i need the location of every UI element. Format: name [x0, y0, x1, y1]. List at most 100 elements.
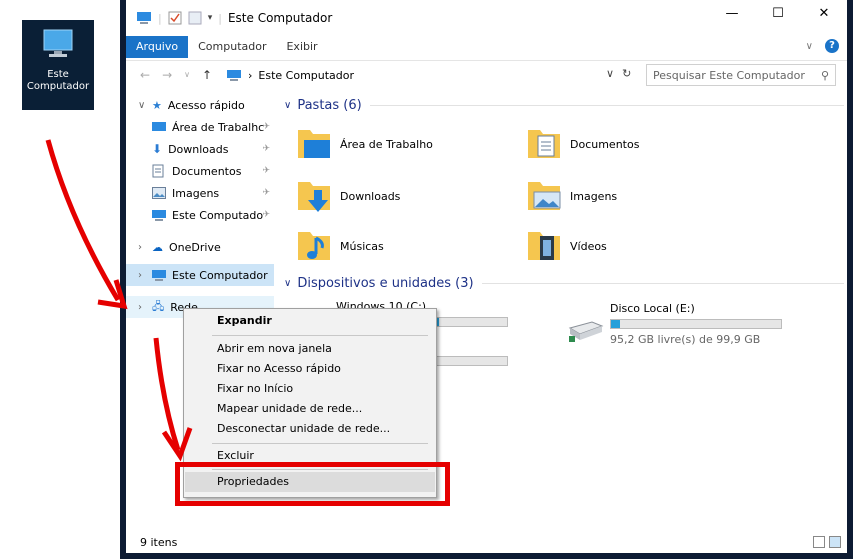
nav-label: Área de Trabalhc	[172, 120, 265, 134]
hard-drive-icon	[568, 321, 604, 342]
chevron-right-icon[interactable]: ›	[138, 242, 152, 253]
search-box[interactable]: Pesquisar Este Computador ⚲	[646, 64, 836, 86]
help-icon[interactable]: ?	[825, 39, 839, 53]
folder-desktop[interactable]: Área de Trabalho	[296, 126, 433, 162]
nav-item-pictures[interactable]: Imagens ✈	[126, 182, 274, 204]
folder-pictures[interactable]: Imagens	[526, 178, 617, 214]
breadcrumb[interactable]: › Este Computador	[226, 65, 634, 85]
pin-icon[interactable]: ✈	[262, 166, 270, 176]
group-divider	[481, 283, 844, 284]
drive-e[interactable]: Disco Local (E:) 95,2 GB livre(s) de 99,…	[566, 302, 782, 346]
quick-access-toolbar: | ▾ |	[136, 11, 222, 25]
group-divider	[369, 105, 844, 106]
address-controls: ∨ ↻	[606, 67, 631, 80]
tab-computador[interactable]: Computador	[188, 36, 276, 58]
folder-downloads[interactable]: Downloads	[296, 178, 400, 214]
separator: |	[158, 11, 162, 25]
chevron-down-icon[interactable]: ▾	[208, 13, 213, 23]
folder-documents[interactable]: Documentos	[526, 126, 639, 162]
menu-item-map-drive[interactable]: Mapear unidade de rede...	[185, 399, 435, 419]
menu-item-open-new-window[interactable]: Abrir em nova janela	[185, 339, 435, 359]
back-button[interactable]: ←	[140, 68, 150, 82]
computer-icon	[152, 210, 166, 221]
drive-label: Disco Local (E:)	[610, 302, 695, 315]
menu-item-pin-start[interactable]: Fixar no Início	[185, 379, 435, 399]
nav-label: Acesso rápido	[167, 98, 245, 112]
folder-videos[interactable]: Vídeos	[526, 228, 607, 264]
nav-this-pc[interactable]: › Este Computador	[126, 264, 274, 286]
window-title: Este Computador	[227, 11, 333, 25]
pin-icon[interactable]: ✈	[262, 188, 270, 198]
tab-exibir[interactable]: Exibir	[276, 36, 327, 58]
network-icon: 🖧	[152, 299, 165, 313]
breadcrumb-separator: ›	[248, 68, 253, 82]
expand-ribbon-icon[interactable]: ∨	[806, 41, 813, 52]
refresh-icon[interactable]: ↻	[622, 67, 631, 80]
menu-item-expand[interactable]: Expandir	[185, 311, 435, 331]
computer-icon	[152, 270, 166, 281]
download-icon: ⬇	[152, 142, 163, 156]
chevron-right-icon[interactable]: ›	[138, 302, 152, 313]
group-title: Dispositivos e unidades (3)	[297, 276, 474, 291]
maximize-button[interactable]: ☐	[755, 6, 801, 21]
documents-folder-icon	[528, 130, 560, 158]
nav-label: Downloads	[168, 142, 229, 156]
music-folder-icon	[298, 232, 330, 260]
tab-arquivo[interactable]: Arquivo	[126, 36, 189, 58]
recent-locations-icon[interactable]: ∨	[184, 70, 190, 79]
drive-free-space: 95,2 GB livre(s) de 99,9 GB	[610, 333, 761, 346]
highlight-box	[175, 462, 450, 506]
nav-item-downloads[interactable]: ⬇ Downloads ✈	[126, 138, 274, 160]
folder-music[interactable]: Músicas	[296, 228, 384, 264]
view-switcher	[813, 536, 841, 548]
chevron-right-icon[interactable]: ›	[138, 270, 152, 281]
folders-group-header[interactable]: ∨ Pastas (6)	[284, 98, 844, 113]
computer-icon	[43, 29, 73, 57]
nav-label: Este Computado	[172, 208, 264, 222]
nav-label: Este Computador	[172, 268, 268, 282]
new-folder-icon[interactable]	[188, 11, 202, 25]
minimize-button[interactable]: —	[709, 6, 755, 21]
title-bar: | ▾ | Este Computador — ☐ ✕	[126, 0, 847, 36]
folder-label: Vídeos	[570, 239, 607, 253]
desktop-icon-label: Este Computador	[26, 69, 90, 92]
breadcrumb-item[interactable]: Este Computador	[258, 69, 354, 82]
pin-icon[interactable]: ✈	[262, 122, 270, 132]
nav-label: OneDrive	[169, 240, 221, 254]
forward-button[interactable]: →	[162, 68, 172, 82]
nav-quick-access[interactable]: ∨ ★ Acesso rápido	[126, 94, 274, 116]
nav-item-desktop[interactable]: Área de Trabalhc ✈	[126, 116, 274, 138]
close-button[interactable]: ✕	[801, 6, 847, 21]
up-button[interactable]: ↑	[202, 68, 212, 82]
menu-separator	[212, 443, 428, 444]
address-dropdown-icon[interactable]: ∨	[606, 67, 614, 80]
folder-label: Músicas	[340, 239, 384, 253]
menu-separator	[212, 335, 428, 336]
folder-label: Downloads	[340, 189, 401, 203]
chevron-down-icon[interactable]: ∨	[138, 100, 152, 111]
desktop-folder-icon	[152, 122, 166, 131]
nav-label: Imagens	[172, 186, 220, 200]
details-view-icon[interactable]	[813, 536, 825, 548]
document-icon	[152, 164, 164, 178]
status-bar: 9 itens	[126, 531, 847, 553]
large-icons-view-icon[interactable]	[829, 536, 841, 548]
nav-item-this-pc-pinned[interactable]: Este Computado ✈	[126, 204, 274, 226]
nav-item-documents[interactable]: Documentos ✈	[126, 160, 274, 182]
pictures-folder-icon	[528, 182, 561, 210]
separator: |	[218, 11, 222, 25]
menu-item-disconnect-drive[interactable]: Desconectar unidade de rede...	[185, 419, 435, 439]
devices-group-header[interactable]: ∨ Dispositivos e unidades (3)	[284, 276, 844, 291]
search-icon: ⚲	[820, 68, 829, 82]
computer-icon	[227, 69, 241, 81]
folder-label: Imagens	[570, 189, 618, 203]
properties-icon[interactable]	[168, 11, 182, 25]
pin-icon[interactable]: ✈	[262, 210, 270, 220]
menu-item-pin-quick-access[interactable]: Fixar no Acesso rápido	[185, 359, 435, 379]
computer-icon	[137, 12, 151, 24]
drive-usage-fill	[611, 320, 620, 328]
desktop-icon-this-pc[interactable]: Este Computador	[22, 20, 94, 110]
ribbon-tabs: Arquivo Computador Exibir ∨ ?	[126, 36, 847, 58]
nav-onedrive[interactable]: › ☁ OneDrive	[126, 236, 274, 258]
pin-icon[interactable]: ✈	[262, 144, 270, 154]
